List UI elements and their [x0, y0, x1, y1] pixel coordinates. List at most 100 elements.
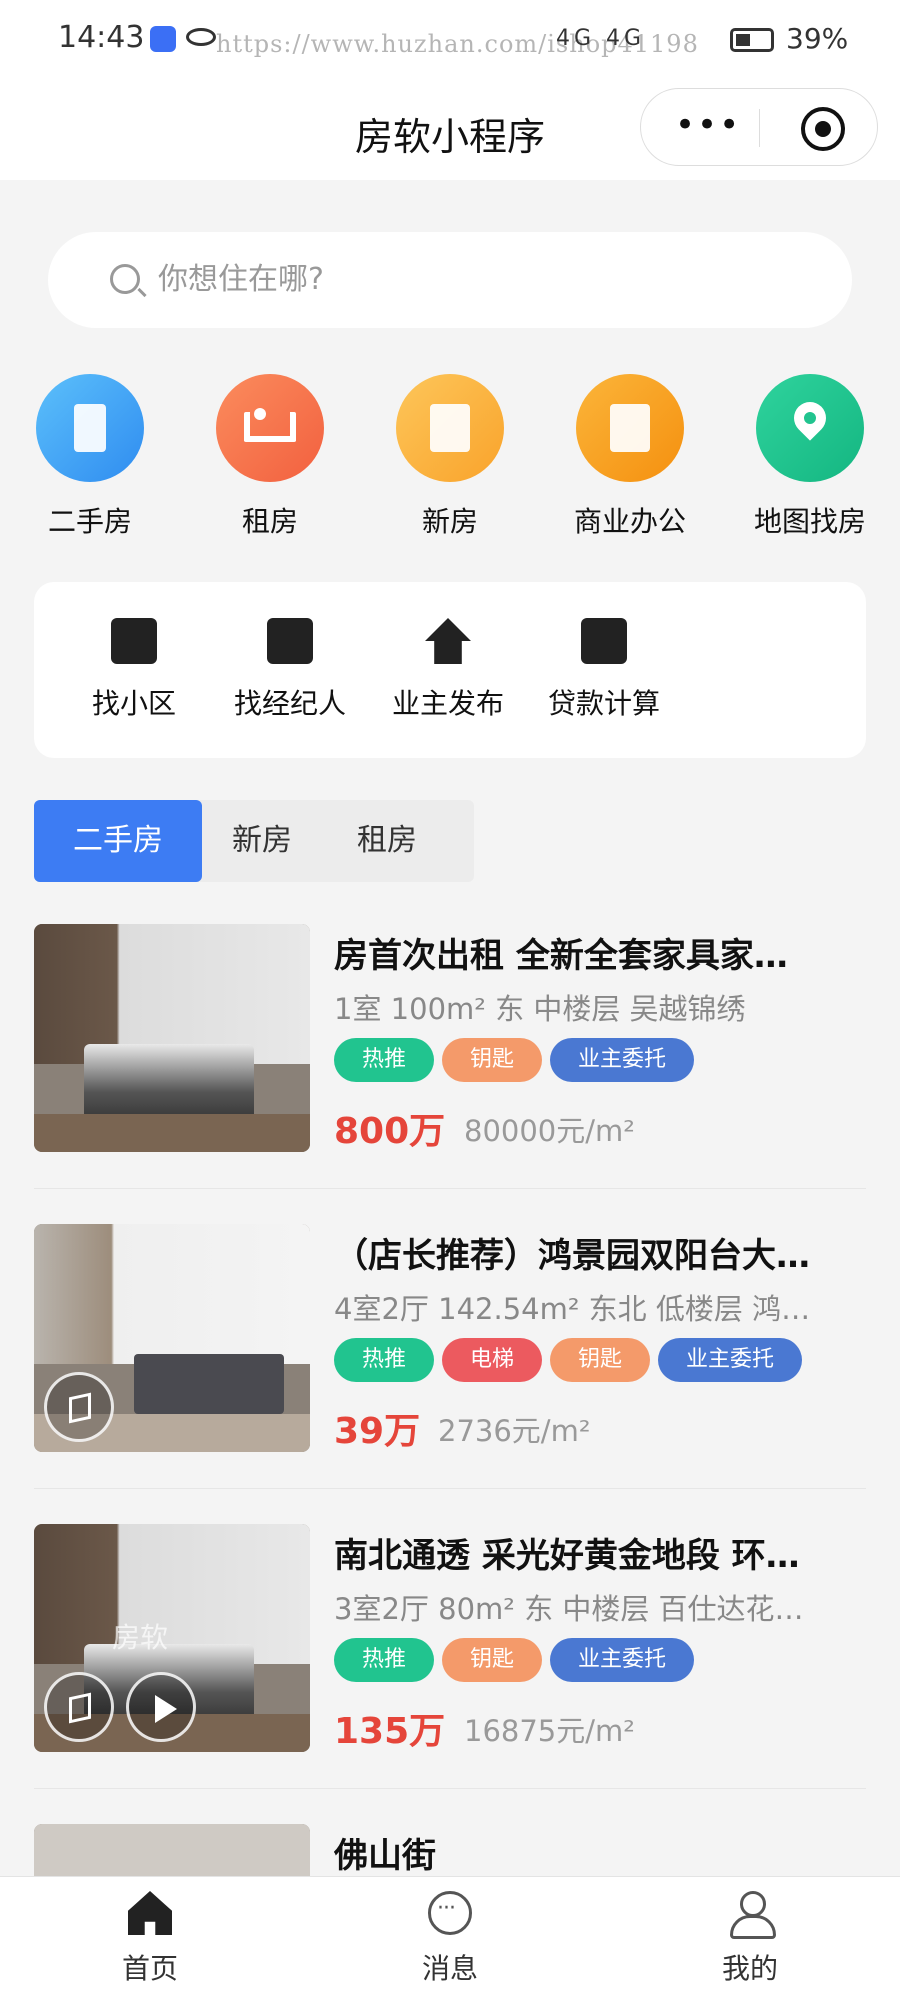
tab-rent[interactable]: 租房: [322, 800, 452, 882]
search-bar[interactable]: [48, 232, 852, 328]
category-label: 新房: [421, 505, 478, 538]
bed-shape: [244, 408, 296, 442]
listing-photo: [34, 1824, 310, 1876]
profile-icon: [728, 1891, 776, 1939]
mini-program-capsule: •••: [640, 88, 878, 166]
category-label: 租房: [241, 505, 298, 538]
more-dots-icon[interactable]: •••: [675, 105, 741, 145]
cube-shape: [69, 1392, 91, 1424]
listing-card[interactable]: 房软 南北通透 采光好黄金地段 环… 3室2厅 80m² 东 中楼层 百仕达花……: [34, 1524, 866, 1752]
tool-find-community[interactable]: 找小区: [54, 618, 214, 722]
photo-wall: [34, 924, 310, 1064]
battery-percent: 39%: [786, 22, 849, 55]
bottom-tab-bar: 首页 消息 我的: [0, 1876, 900, 2000]
tag-owner-entrusted: 业主委托: [658, 1338, 803, 1382]
category-commercial-office[interactable]: 商业办公: [540, 374, 720, 540]
listing-unit-price: 2736元/m²: [438, 1414, 591, 1448]
tabbar-home[interactable]: 首页: [50, 1891, 250, 1987]
office-icon: [576, 374, 684, 482]
category-label: 商业办公: [573, 505, 686, 538]
tag-key: 钥匙: [442, 1038, 543, 1082]
search-input[interactable]: [158, 254, 758, 304]
listing-title: 佛山街: [334, 1836, 436, 1876]
vr-cube-icon[interactable]: [44, 1672, 114, 1742]
search-icon: [110, 264, 140, 294]
tag-hot: 热推: [334, 1638, 435, 1682]
divider: [34, 1188, 866, 1189]
category-second-hand[interactable]: 二手房: [0, 374, 180, 540]
tool-label: 找经纪人: [233, 687, 346, 720]
listing-tags: 热推 钥匙 业主委托: [334, 1038, 702, 1082]
listing-info: 3室2厅 80m² 东 中楼层 百仕达花…: [334, 1592, 804, 1626]
tag-hot: 热推: [334, 1038, 435, 1082]
listing-tabs: 二手房 新房 租房: [34, 800, 474, 882]
listing-info: 4室2厅 142.54m² 东北 低楼层 鸿…: [334, 1292, 811, 1326]
listing-photo: 房软: [34, 1524, 310, 1752]
tag-hot: 热推: [334, 1338, 435, 1382]
status-bar: 14:43 https://www.huzhan.com/ishop41198 …: [0, 0, 900, 80]
tab-new-house[interactable]: 新房: [202, 800, 322, 882]
listing-info: 1室 100m² 东 中楼层 吴越锦绣: [334, 992, 746, 1026]
play-video-icon[interactable]: [126, 1672, 196, 1742]
divider: [34, 1488, 866, 1489]
listing-card[interactable]: 佛山街: [34, 1824, 866, 1876]
community-icon: [111, 618, 157, 664]
divider: [34, 1788, 866, 1789]
apartment-shape: [430, 404, 470, 452]
tabbar-label: 首页: [121, 1952, 178, 1985]
tag-elevator: 电梯: [442, 1338, 543, 1382]
tabbar-label: 我的: [721, 1952, 778, 1985]
map-pin-icon: [756, 374, 864, 482]
eye-icon: [186, 28, 216, 46]
page-title-text: 房软小程序: [354, 115, 545, 159]
signal-icon: 4G 4G: [556, 26, 646, 51]
vr-cube-icon[interactable]: [44, 1372, 114, 1442]
category-label: 二手房: [47, 505, 132, 538]
tool-find-agent[interactable]: 找经纪人: [210, 618, 370, 722]
category-row: 二手房 租房 新房 商业办公 地图找房: [0, 374, 900, 538]
photo-wall: [34, 1224, 310, 1364]
photo-wall: [34, 1524, 310, 1664]
listing-title: 房首次出租 全新全套家具家…: [334, 936, 788, 976]
tag-owner-entrusted: 业主委托: [550, 1638, 695, 1682]
photo-floor: [34, 1114, 310, 1152]
category-map-search[interactable]: 地图找房: [720, 374, 900, 540]
photo-table: [134, 1354, 284, 1414]
tool-owner-publish[interactable]: 业主发布: [368, 618, 528, 722]
photo-bed: [84, 1044, 254, 1124]
message-icon: [428, 1891, 472, 1935]
tab-second-hand[interactable]: 二手房: [34, 800, 202, 882]
pin-shape: [787, 395, 833, 441]
nav-bar: 房软小程序 •••: [0, 80, 900, 180]
capsule-divider: [759, 109, 760, 147]
category-label: 地图找房: [753, 505, 866, 538]
listing-price: 135万: [334, 1711, 446, 1752]
photo-wall: [34, 1824, 310, 1876]
calculator-icon: [581, 618, 627, 664]
listing-card[interactable]: 房首次出租 全新全套家具家… 1室 100m² 东 中楼层 吴越锦绣 热推 钥匙业…: [34, 924, 866, 1152]
tool-label: 找小区: [91, 687, 176, 720]
listing-card[interactable]: （店长推荐）鸿景园双阳台大… 4室2厅 142.54m² 东北 低楼层 鸿… 热…: [34, 1224, 866, 1452]
owner-publish-icon: [425, 618, 471, 664]
listing-price: 39万: [334, 1411, 421, 1452]
tabbar-messages[interactable]: 消息: [350, 1891, 550, 1987]
apartment-icon: [396, 374, 504, 482]
bed-icon: [216, 374, 324, 482]
target-icon[interactable]: [801, 107, 845, 151]
category-new-house[interactable]: 新房: [360, 374, 540, 540]
tabbar-label: 消息: [421, 1952, 478, 1985]
listing-title: （店长推荐）鸿景园双阳台大…: [334, 1236, 810, 1276]
cube-shape: [69, 1692, 91, 1724]
office-shape: [610, 404, 650, 452]
tag-key: 钥匙: [442, 1638, 543, 1682]
tabbar-profile[interactable]: 我的: [650, 1891, 850, 1987]
tool-loan-calculator[interactable]: 贷款计算: [524, 618, 684, 722]
listing-price: 800万: [334, 1111, 446, 1152]
building-icon: [36, 374, 144, 482]
tag-owner-entrusted: 业主委托: [550, 1038, 695, 1082]
play-shape: [155, 1695, 177, 1723]
tag-key: 钥匙: [550, 1338, 651, 1382]
category-rent[interactable]: 租房: [180, 374, 360, 540]
agent-badge-icon: [267, 618, 313, 664]
listing-photo: [34, 924, 310, 1152]
